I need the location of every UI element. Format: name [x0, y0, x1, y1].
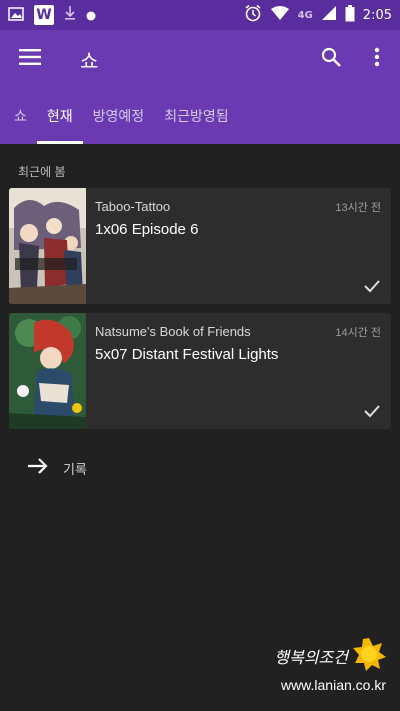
- show-name: Natsume's Book of Friends: [95, 324, 251, 339]
- history-link[interactable]: 기록: [27, 452, 87, 484]
- watched-check-icon[interactable]: [363, 278, 381, 294]
- signal-icon: [321, 5, 337, 25]
- menu-button[interactable]: [0, 30, 60, 88]
- watermark: 행복의조건 www.lanian.co.kr: [274, 637, 386, 693]
- battery-icon: [345, 4, 355, 26]
- download-icon: [64, 5, 76, 25]
- episode-card[interactable]: Natsume's Book of Friends 14시간 전 5x07 Di…: [9, 313, 391, 429]
- episode-card[interactable]: Taboo-Tattoo 13시간 전 1x06 Episode 6: [9, 188, 391, 304]
- tab-bar: 쇼 현재 방영예정 최근방영됨: [0, 88, 400, 144]
- arrow-right-icon: [27, 457, 49, 479]
- show-poster: [9, 188, 86, 304]
- star-logo-icon: [352, 637, 386, 675]
- more-options-button[interactable]: [354, 30, 400, 88]
- image-icon: [8, 6, 24, 25]
- tab-current[interactable]: 현재: [36, 88, 83, 144]
- watermark-title: 행복의조건: [274, 648, 348, 667]
- episode-title: 5x07 Distant Festival Lights: [95, 346, 279, 363]
- status-bar: W 4G 2:05: [0, 0, 400, 30]
- network-type: 4G: [297, 9, 313, 21]
- history-label: 기록: [63, 461, 87, 477]
- show-poster: [9, 313, 86, 429]
- tab-shows[interactable]: 쇼: [4, 88, 37, 144]
- dot-icon: [86, 6, 96, 25]
- episode-title: 1x06 Episode 6: [95, 221, 199, 238]
- alarm-icon: [244, 4, 262, 26]
- tab-upcoming[interactable]: 방영예정: [83, 88, 155, 144]
- clock: 2:05: [362, 7, 392, 23]
- section-header-recently-watched: 최근에 봄: [18, 165, 66, 179]
- watermark-url: www.lanian.co.kr: [280, 677, 386, 693]
- watched-time: 14시간 전: [335, 327, 381, 339]
- watched-check-icon[interactable]: [363, 403, 381, 419]
- app-bar: 쇼: [0, 30, 400, 88]
- more-vert-icon: [374, 47, 380, 71]
- watched-time: 13시간 전: [335, 202, 381, 214]
- wifi-icon: [270, 5, 290, 25]
- search-icon: [321, 47, 341, 71]
- search-button[interactable]: [308, 30, 354, 88]
- show-name: Taboo-Tattoo: [95, 199, 171, 214]
- tab-recently-aired[interactable]: 최근방영됨: [154, 88, 238, 144]
- page-title: 쇼: [80, 50, 99, 73]
- menu-icon: [19, 49, 41, 69]
- w-app-icon: W: [34, 5, 54, 25]
